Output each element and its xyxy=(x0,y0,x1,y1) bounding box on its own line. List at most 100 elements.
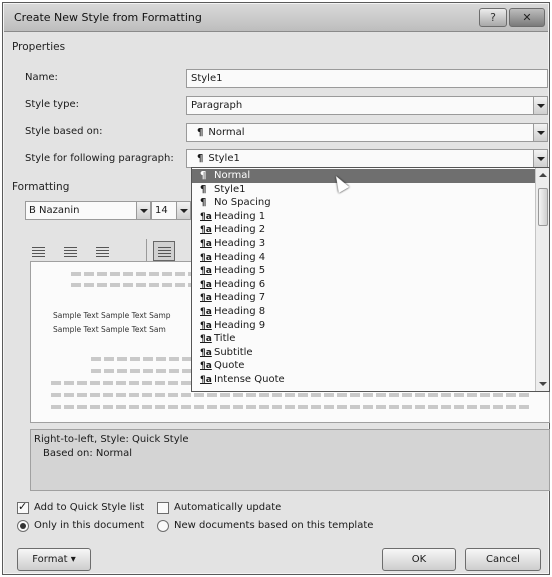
new-documents-label[interactable]: New documents based on this template xyxy=(174,520,373,531)
dropdown-item[interactable]: ¶a Intense Quote xyxy=(192,373,536,387)
preview-following-text xyxy=(51,405,531,409)
font-name-dropdown[interactable]: B Nazanin xyxy=(25,201,151,220)
dropdown-item[interactable]: ¶a Heading 9 xyxy=(192,319,536,333)
justify-button[interactable] xyxy=(153,241,175,261)
dropdown-item-label: Title xyxy=(214,333,236,345)
linked-style-icon: ¶a xyxy=(200,320,212,331)
name-label: Name: xyxy=(25,72,58,83)
linked-style-icon: ¶a xyxy=(200,225,212,236)
following-paragraph-dropdown[interactable]: ¶ Style1 xyxy=(186,149,548,168)
dropdown-item-label: Heading 4 xyxy=(214,251,266,263)
add-quick-style-checkbox[interactable] xyxy=(17,500,29,514)
dropdown-item[interactable]: ¶a Heading 5 xyxy=(192,264,536,278)
dropdown-item-label: Heading 2 xyxy=(214,224,266,236)
preview-following-text xyxy=(91,369,191,373)
auto-update-checkbox[interactable] xyxy=(157,502,169,514)
linked-style-icon: ¶a xyxy=(200,239,212,249)
linked-style-icon: ¶a xyxy=(200,347,212,358)
dialog-title: Create New Style from Formatting xyxy=(14,11,202,24)
justify-icon xyxy=(158,247,171,257)
style-type-dropdown[interactable]: Paragraph xyxy=(186,96,548,115)
only-this-document-radio[interactable] xyxy=(17,520,29,532)
dropdown-item[interactable]: ¶a Subtitle xyxy=(192,346,536,360)
paragraph-icon: ¶ xyxy=(200,197,207,209)
linked-style-icon: ¶a xyxy=(200,334,212,345)
dropdown-item-label: Heading 7 xyxy=(214,292,266,304)
align-left-button[interactable] xyxy=(27,241,49,261)
preview-previous-text xyxy=(71,272,191,276)
based-on-value: Normal xyxy=(208,127,245,138)
preview-previous-text xyxy=(71,283,191,287)
properties-section-title: Properties xyxy=(12,41,66,53)
linked-style-icon: ¶a xyxy=(200,375,212,385)
align-right-icon xyxy=(96,247,109,257)
linked-style-icon: ¶a xyxy=(200,252,212,263)
dropdown-item[interactable]: ¶a Heading 1 xyxy=(192,210,536,224)
dropdown-item-label: Heading 8 xyxy=(214,306,266,317)
ok-button[interactable]: OK xyxy=(382,548,456,571)
dropdown-item-label: Heading 1 xyxy=(214,210,266,222)
preview-sample-text: Sample Text Sample Text Samp xyxy=(53,311,171,320)
scroll-up-icon[interactable] xyxy=(539,173,547,177)
based-on-label: Style based on: xyxy=(25,126,103,137)
based-on-dropdown[interactable]: ¶ Normal xyxy=(186,123,548,142)
preview-sample-text: Sample Text Sample Text Sam xyxy=(53,325,166,334)
following-paragraph-dropdown-list[interactable]: ¶ Normal ¶ Style1 ¶ No Spacing ¶a Heading 1 ¶a He… xyxy=(191,167,550,392)
linked-style-icon: ¶a xyxy=(200,279,212,290)
add-quick-style-label[interactable]: Add to Quick Style list xyxy=(34,502,144,513)
dropdown-item[interactable]: ¶a Quote xyxy=(192,359,536,373)
dropdown-item[interactable]: ¶ Style1 xyxy=(192,183,536,197)
style-description: Right-to-left, Style: Quick Style Based … xyxy=(30,429,550,491)
linked-style-icon: ¶a xyxy=(200,266,212,277)
description-line-2: Based on: Normal xyxy=(43,448,133,459)
name-input-value: Style1 xyxy=(191,73,223,84)
font-size-dropdown[interactable]: 14 xyxy=(151,201,191,220)
dropdown-item[interactable]: ¶ No Spacing xyxy=(192,196,536,210)
paragraph-icon: ¶ xyxy=(200,170,207,181)
dropdown-item-label: Heading 9 xyxy=(214,319,266,331)
dropdown-item[interactable]: ¶a Heading 8 xyxy=(192,305,536,319)
dropdown-item-label: Heading 6 xyxy=(214,278,266,290)
create-style-dialog: Create New Style from Formatting ? ✕ Pro… xyxy=(2,2,550,575)
chevron-down-icon[interactable] xyxy=(533,124,547,141)
only-this-document-label[interactable]: Only in this document xyxy=(34,520,144,531)
format-menu-button[interactable]: Format ▾ xyxy=(17,548,91,571)
dropdown-item[interactable]: ¶a Heading 4 xyxy=(192,251,536,265)
dropdown-item[interactable]: ¶a Heading 3 xyxy=(192,237,536,251)
linked-style-icon: ¶a xyxy=(200,361,212,372)
close-button[interactable]: ✕ xyxy=(509,8,545,27)
dropdown-item-label: No Spacing xyxy=(214,197,271,209)
align-left-icon xyxy=(32,247,45,257)
dropdown-item-label: Quote xyxy=(214,360,245,372)
formatting-section-title: Formatting xyxy=(12,181,70,193)
cancel-button[interactable]: Cancel xyxy=(465,548,541,571)
dropdown-item[interactable]: ¶a Heading 6 xyxy=(192,278,536,292)
chevron-down-icon[interactable] xyxy=(533,150,547,167)
chevron-down-icon[interactable] xyxy=(136,202,150,219)
dropdown-item[interactable]: ¶a Title xyxy=(192,332,536,346)
dropdown-item-label: Heading 5 xyxy=(214,265,266,277)
dropdown-item[interactable]: ¶a Heading 7 xyxy=(192,291,536,305)
chevron-down-icon[interactable] xyxy=(533,97,547,114)
linked-style-icon: ¶a xyxy=(200,211,212,222)
title-bar: Create New Style from Formatting ? ✕ xyxy=(4,4,548,32)
following-paragraph-label: Style for following paragraph: xyxy=(25,153,174,164)
dropdown-scrollbar[interactable] xyxy=(535,168,549,391)
align-center-button[interactable] xyxy=(59,241,81,261)
dropdown-item[interactable]: ¶a Heading 2 xyxy=(192,223,536,237)
dropdown-item[interactable]: ¶ Normal xyxy=(192,169,536,183)
preview-following-text xyxy=(91,357,191,361)
chevron-down-icon[interactable] xyxy=(176,202,190,219)
toolbar-divider xyxy=(146,239,147,263)
align-center-icon xyxy=(64,247,77,257)
dropdown-item-label: Normal xyxy=(214,170,251,181)
auto-update-label[interactable]: Automatically update xyxy=(174,502,281,513)
align-right-button[interactable] xyxy=(91,241,113,261)
scroll-thumb[interactable] xyxy=(538,188,548,226)
help-button[interactable]: ? xyxy=(479,8,507,27)
new-documents-radio[interactable] xyxy=(157,520,169,532)
scroll-down-icon[interactable] xyxy=(539,382,547,386)
style-type-label: Style type: xyxy=(25,99,80,110)
paragraph-icon: ¶ xyxy=(200,183,207,195)
name-input[interactable]: Style1 xyxy=(186,69,548,88)
